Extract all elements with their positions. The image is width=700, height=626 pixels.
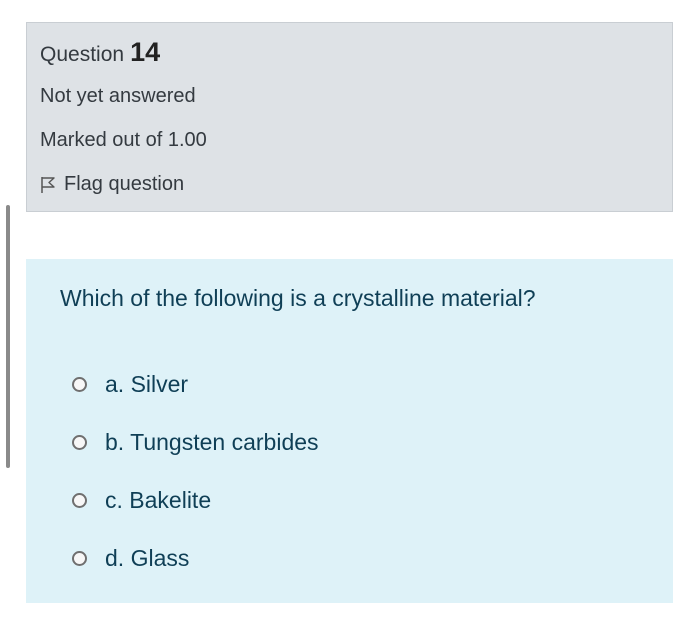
answer-option-c[interactable]: c. Bakelite — [72, 471, 319, 529]
question-label: Question — [40, 43, 125, 66]
quiz-page: Question 14 Not yet answered Marked out … — [0, 0, 700, 626]
answer-label[interactable]: c. Bakelite — [105, 487, 211, 514]
question-state: Not yet answered — [40, 85, 196, 107]
radio-button[interactable] — [72, 434, 87, 450]
question-heading: Question 14 — [40, 37, 160, 68]
answer-label[interactable]: d. Glass — [105, 545, 189, 572]
answer-option-d[interactable]: d. Glass — [72, 529, 319, 587]
question-grade: Marked out of 1.00 — [40, 129, 207, 151]
radio-button[interactable] — [72, 550, 87, 566]
scroll-indicator[interactable] — [6, 205, 10, 468]
question-content: Which of the following is a crystalline … — [26, 259, 673, 603]
question-info-panel: Question 14 Not yet answered Marked out … — [26, 22, 673, 212]
radio-button[interactable] — [72, 376, 87, 392]
flag-question-link[interactable]: Flag question — [40, 173, 184, 196]
answer-label[interactable]: a. Silver — [105, 371, 188, 398]
flag-icon — [40, 176, 56, 194]
answer-options: a. Silver b. Tungsten carbides c. Bakeli… — [72, 355, 319, 587]
flag-question-label: Flag question — [64, 173, 185, 195]
answer-option-b[interactable]: b. Tungsten carbides — [72, 413, 319, 471]
answer-label[interactable]: b. Tungsten carbides — [105, 429, 319, 456]
question-text: Which of the following is a crystalline … — [60, 285, 536, 311]
question-number: 14 — [130, 37, 161, 67]
answer-option-a[interactable]: a. Silver — [72, 355, 319, 413]
radio-button[interactable] — [72, 492, 87, 508]
